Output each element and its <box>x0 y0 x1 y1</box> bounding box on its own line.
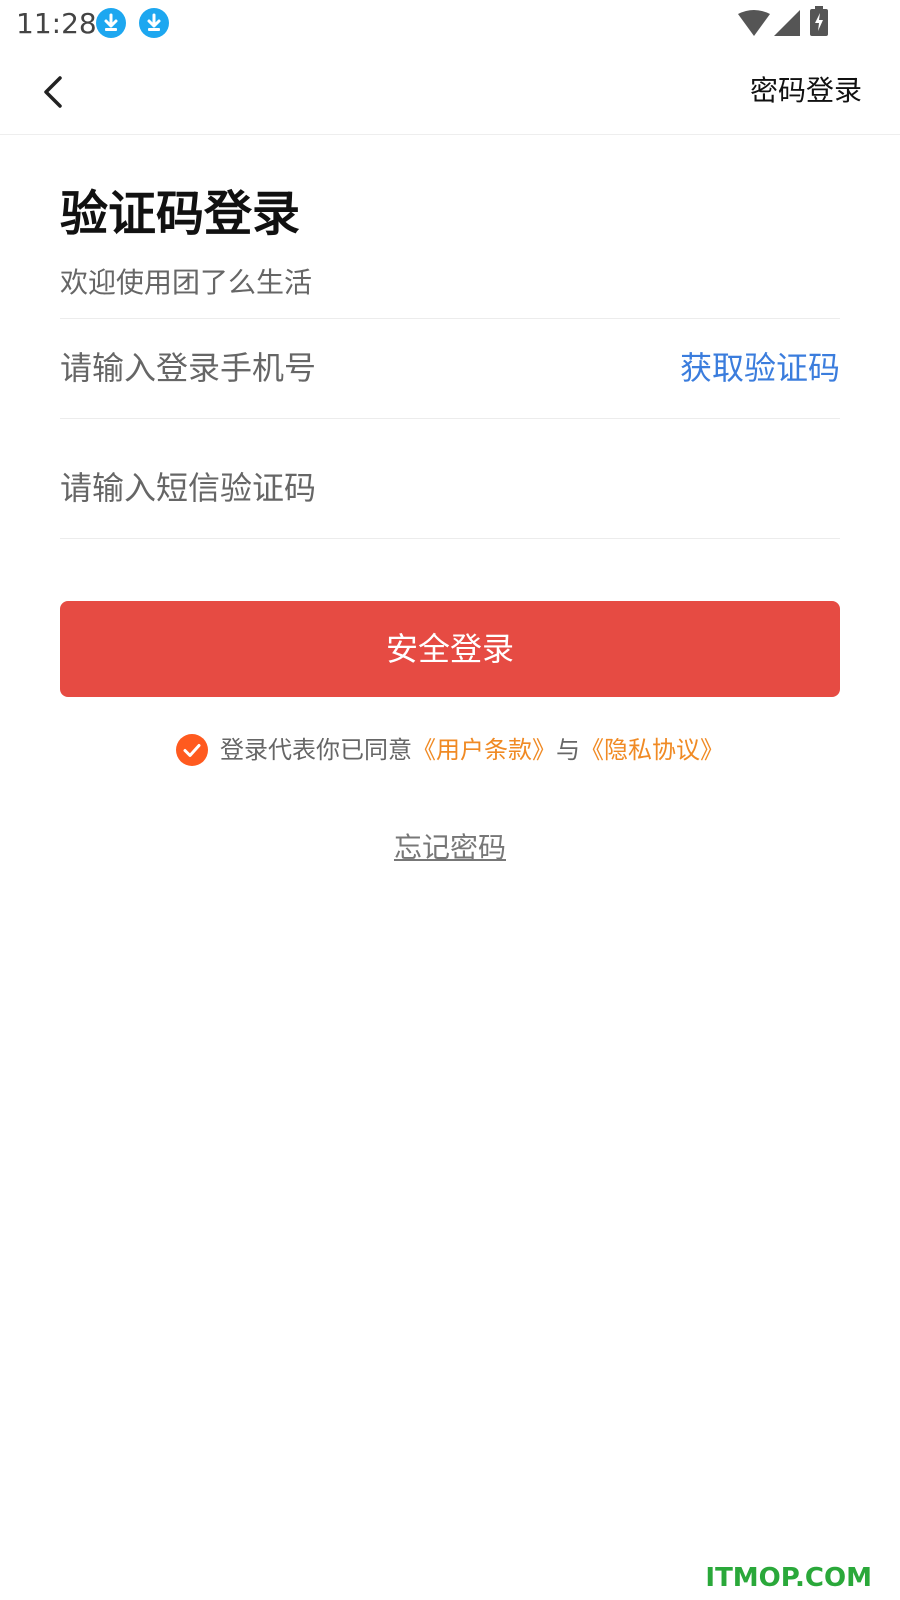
back-button[interactable] <box>30 68 78 116</box>
privacy-policy-link[interactable]: 《隐私协议》 <box>580 736 724 764</box>
battery-charging-icon <box>810 6 828 36</box>
status-time: 11:28 <box>16 7 97 40</box>
cellular-signal-icon <box>774 10 800 36</box>
wifi-icon <box>738 10 770 36</box>
password-login-link[interactable]: 密码登录 <box>750 72 862 110</box>
sms-code-input-placeholder: 请输入短信验证码 <box>60 469 317 507</box>
get-code-button[interactable]: 获取验证码 <box>680 348 840 388</box>
phone-input-placeholder: 请输入登录手机号 <box>60 349 317 387</box>
secure-login-button[interactable]: 安全登录 <box>60 601 840 697</box>
forgot-password-row: 忘记密码 <box>0 830 900 866</box>
divider <box>60 318 840 319</box>
download-icon <box>139 8 169 38</box>
status-bar: 11:28 <box>0 0 900 48</box>
agreement-conjunction: 与 <box>556 736 580 764</box>
sms-code-input[interactable]: 请输入短信验证码 <box>60 458 840 518</box>
forgot-password-link[interactable]: 忘记密码 <box>394 831 506 864</box>
divider <box>60 418 840 419</box>
welcome-subtitle: 欢迎使用团了么生活 <box>60 266 313 299</box>
site-watermark: ITMOP.COM <box>705 1563 872 1593</box>
agreement-row: 登录代表你已同意《用户条款》与《隐私协议》 <box>0 730 900 770</box>
checkmark-icon <box>183 744 201 757</box>
agreement-prefix: 登录代表你已同意 <box>220 736 412 764</box>
divider <box>60 538 840 539</box>
download-icon <box>96 8 126 38</box>
top-bar: 密码登录 <box>0 48 900 135</box>
user-terms-link[interactable]: 《用户条款》 <box>412 736 556 764</box>
page-title: 验证码登录 <box>60 186 301 242</box>
chevron-left-icon <box>44 76 62 108</box>
agreement-checkbox[interactable] <box>176 734 208 766</box>
phone-input[interactable]: 请输入登录手机号 获取验证码 <box>60 338 840 398</box>
